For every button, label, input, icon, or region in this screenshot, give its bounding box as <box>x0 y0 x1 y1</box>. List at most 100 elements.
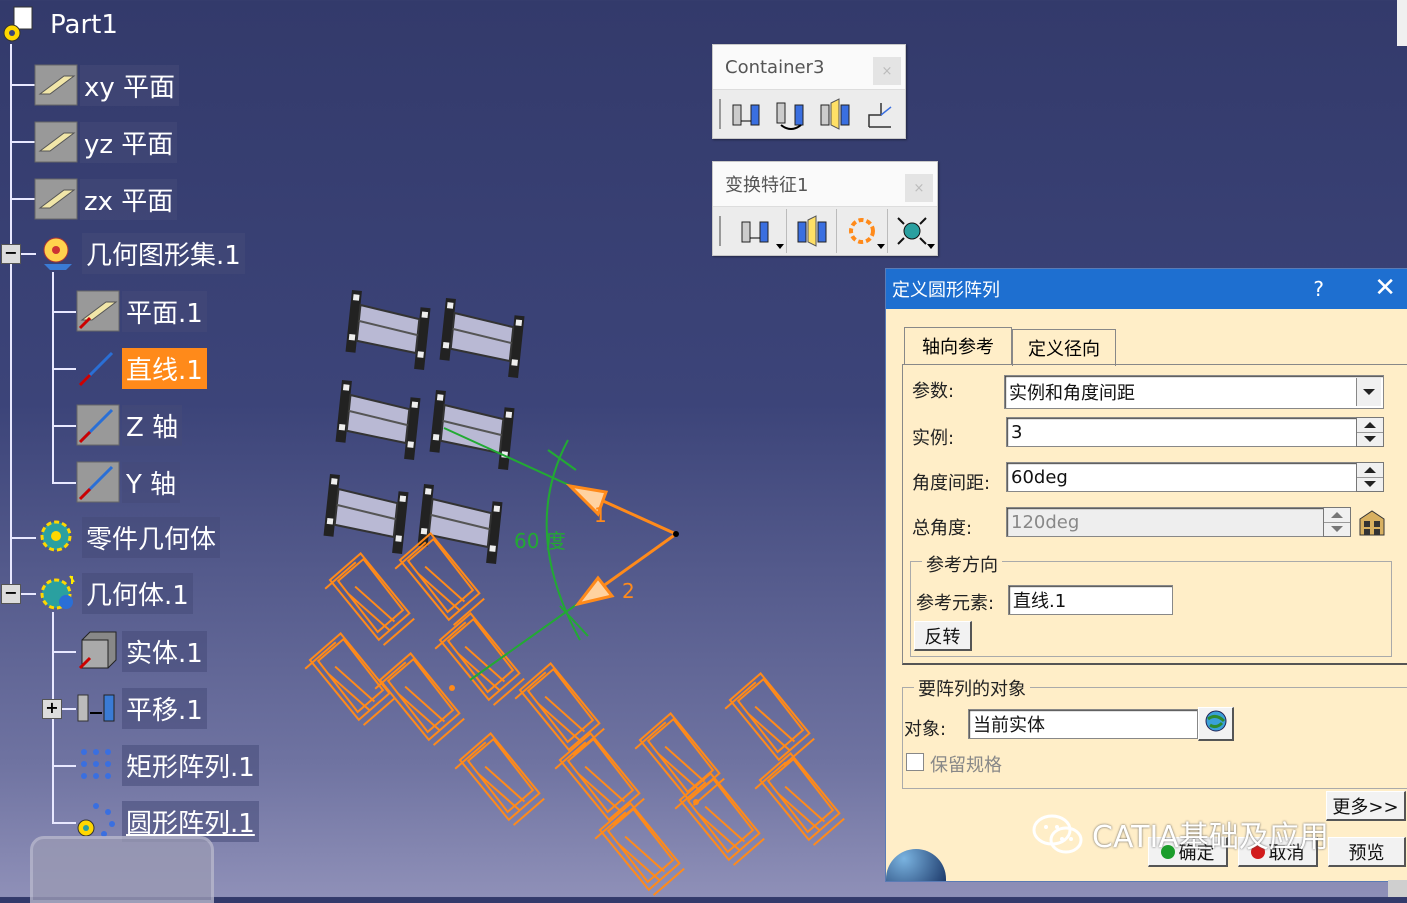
dropdown-arrow-icon[interactable] <box>876 244 885 249</box>
axis-to-axis-icon[interactable] <box>857 92 901 136</box>
dropdown-arrow-icon[interactable] <box>776 244 785 249</box>
dropdown-arrow-icon[interactable] <box>926 244 935 249</box>
tree-item-line1[interactable]: 直线.1 <box>76 347 207 389</box>
tree-item-translate1[interactable]: 平移.1 <box>76 687 207 729</box>
wechat-icon <box>1032 814 1083 854</box>
collapse-body1-button[interactable]: − <box>1 584 21 604</box>
toolbar-grip[interactable] <box>719 216 721 246</box>
help-icon[interactable]: ? <box>1313 277 1324 301</box>
instances-input[interactable]: 3 <box>1006 417 1358 447</box>
collapse-geoset-button[interactable]: − <box>1 244 21 264</box>
tree-label: 几何图形集.1 <box>82 232 245 274</box>
tab-crown-definition[interactable]: 定义径向 <box>1012 329 1116 366</box>
tree-item-body1[interactable]: 几何体.1 <box>36 572 193 614</box>
toolbar-title[interactable]: 变换特征1 × <box>713 162 937 206</box>
increment-icon[interactable] <box>1357 463 1383 478</box>
tree-item-part1[interactable]: Part1 <box>0 4 122 46</box>
total-angle-label: 总角度: <box>912 518 973 539</box>
keep-specifications-checkbox[interactable] <box>906 753 924 771</box>
view-compass-thumbnail[interactable] <box>30 836 214 903</box>
tree-line <box>52 482 76 484</box>
reverse-button[interactable]: 反转 <box>914 621 972 651</box>
preview-instance <box>719 666 819 774</box>
toolbar-container3: Container3 × <box>712 44 906 139</box>
translation-icon[interactable] <box>725 92 769 136</box>
tree-label: 实体.1 <box>122 630 207 672</box>
tree-label-selected: 直线.1 <box>122 347 207 389</box>
dialog-titlebar[interactable]: 定义圆形阵列 ? ✕ <box>886 269 1407 309</box>
tree-line <box>52 765 76 767</box>
transformations-icon[interactable] <box>725 209 788 253</box>
tree-item-z-axis[interactable]: Z 轴 <box>76 404 183 446</box>
object-label: 对象: <box>904 719 947 740</box>
plane-icon <box>76 290 120 332</box>
keep-specifications-label: 保留规格 <box>930 755 1002 776</box>
scaling-icon[interactable] <box>888 209 937 253</box>
body-gear-icon <box>36 572 80 614</box>
toolbar-grip[interactable] <box>719 99 721 129</box>
angle-label[interactable]: 60 度 <box>514 529 566 553</box>
rectangular-pattern-icon <box>76 744 120 786</box>
pattern-icon[interactable] <box>837 209 888 253</box>
pattern-instance <box>437 297 527 379</box>
tree-line <box>10 44 12 594</box>
scrollbar[interactable] <box>1397 0 1407 46</box>
preview-instance <box>669 766 769 874</box>
tree-item-zx-plane[interactable]: zx 平面 <box>34 178 178 220</box>
instances-stepper[interactable] <box>1356 417 1384 447</box>
parameters-label: 参数: <box>912 381 955 402</box>
catia-logo-globe <box>886 849 946 881</box>
symmetry-icon[interactable] <box>813 92 857 136</box>
direction-arrow-1[interactable] <box>565 483 677 536</box>
mirror-icon[interactable] <box>787 209 838 253</box>
angular-spacing-input[interactable]: 60deg <box>1006 462 1358 492</box>
tree-item-y-axis[interactable]: Y 轴 <box>76 461 181 503</box>
expand-translate1-button[interactable]: + <box>42 699 62 719</box>
tree-label: zx 平面 <box>80 178 178 220</box>
tree-item-geoset[interactable]: 几何图形集.1 <box>36 232 245 274</box>
preview-button[interactable]: 预览 <box>1328 837 1406 867</box>
line-icon <box>76 347 120 389</box>
part-icon <box>0 4 44 46</box>
tree-item-xy-plane[interactable]: xy 平面 <box>34 64 180 106</box>
tree-item-yz-plane[interactable]: yz 平面 <box>34 121 178 163</box>
tree-label: Part1 <box>50 10 118 40</box>
select-object-button[interactable] <box>1198 707 1234 741</box>
partbody-gear-icon <box>36 516 80 558</box>
tree-item-rectpattern1[interactable]: 矩形阵列.1 <box>76 744 259 786</box>
decrement-icon[interactable] <box>1357 433 1383 447</box>
total-angle-input: 120deg <box>1006 507 1324 537</box>
reference-element-field[interactable]: 直线.1 <box>1008 585 1173 615</box>
close-icon[interactable]: × <box>905 174 933 202</box>
object-field[interactable]: 当前实体 <box>968 709 1198 739</box>
tree-item-plane1[interactable]: 平面.1 <box>76 290 207 332</box>
tree-line <box>10 141 36 143</box>
toolbar-title[interactable]: Container3 × <box>713 45 905 89</box>
decrement-icon[interactable] <box>1357 478 1383 492</box>
preview-instance <box>629 706 729 814</box>
tree-item-partbody[interactable]: 零件几何体 <box>36 516 221 558</box>
total-angle-stepper <box>1323 507 1351 537</box>
rotation-center <box>673 531 679 537</box>
tree-label: 几何体.1 <box>82 572 193 614</box>
preview-instance <box>549 726 649 834</box>
increment-icon[interactable] <box>1357 418 1383 433</box>
plane-icon <box>34 121 78 163</box>
toolbar-transform-features: 变换特征1 × <box>712 161 938 256</box>
toolbar-body <box>713 206 937 255</box>
tree-line <box>52 272 54 484</box>
parameters-select[interactable]: 实例和角度间距 <box>1004 375 1384 409</box>
chevron-down-icon[interactable] <box>1356 378 1381 406</box>
close-icon[interactable]: ✕ <box>1374 273 1396 303</box>
close-icon[interactable]: × <box>873 57 901 85</box>
tree-item-solid1[interactable]: 实体.1 <box>76 630 207 672</box>
angular-spacing-stepper[interactable] <box>1356 462 1384 492</box>
tab-axial-reference[interactable]: 轴向参考 <box>904 327 1012 364</box>
pattern-origin-dot <box>693 799 699 805</box>
rotation-icon[interactable] <box>769 92 813 136</box>
angular-spacing-label: 角度间距: <box>912 473 991 494</box>
viewport-3d[interactable]: 60 度 1 2 <box>290 270 880 897</box>
more-button[interactable]: 更多>> <box>1326 791 1406 821</box>
tree-line <box>52 311 76 313</box>
formula-icon[interactable] <box>1356 507 1388 539</box>
